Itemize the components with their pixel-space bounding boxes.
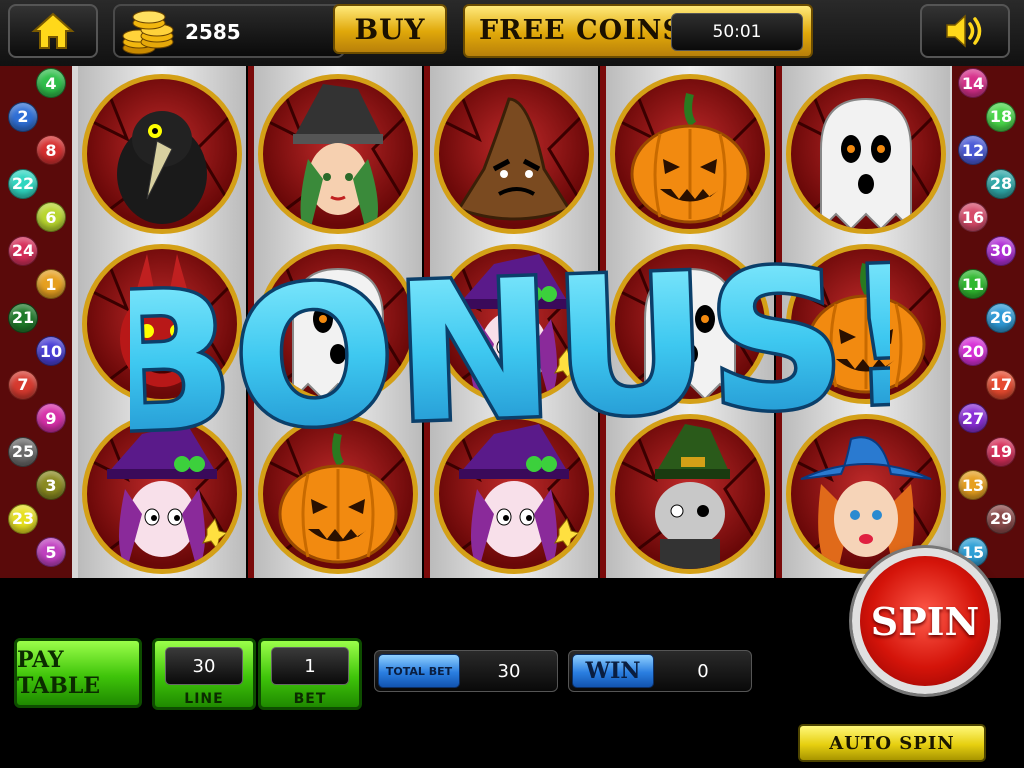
top-bar: 2585 BUY FREE COINS 50:01 [0, 0, 1024, 66]
bonus-banner: BONUS! [130, 226, 890, 466]
auto-spin-button[interactable]: AUTO SPIN [798, 724, 986, 762]
witch-symbol [258, 74, 418, 234]
payline-badge: 1 [36, 269, 66, 299]
coin-balance: 2585 [113, 4, 345, 58]
coin-count: 2585 [185, 20, 241, 44]
crow-symbol [82, 74, 242, 234]
payline-badge: 4 [36, 68, 66, 98]
payline-badge: 3 [36, 470, 66, 500]
payline-badge: 20 [958, 336, 988, 366]
pumpkin-symbol [610, 74, 770, 234]
payline-badge: 6 [36, 202, 66, 232]
payline-badge: 21 [8, 302, 38, 333]
payline-badge: 8 [36, 135, 66, 165]
win-display: WIN 0 [568, 650, 752, 692]
free-coins-button[interactable]: FREE COINS 50:01 [463, 4, 813, 58]
payline-badge: 2 [8, 101, 38, 132]
payline-badge: 30 [986, 235, 1016, 266]
payline-badge: 19 [986, 436, 1016, 467]
ghost-symbol [786, 74, 946, 234]
total-bet-label: TOTAL BET [378, 654, 460, 688]
payline-indicators-left: 4 2 8 22 6 24 1 21 10 7 9 25 3 23 5 [0, 66, 72, 578]
bet-label: BET [293, 691, 327, 707]
home-icon [31, 12, 75, 49]
win-label: WIN [572, 654, 654, 688]
bet-selector[interactable]: 1 BET [258, 638, 362, 710]
free-coins-label: FREE COINS [479, 15, 683, 46]
payline-badge: 17 [986, 369, 1016, 400]
payline-badge: 7 [8, 369, 38, 400]
payline-badge: 14 [958, 68, 988, 98]
spin-button[interactable]: SPIN [852, 548, 998, 694]
payline-badge: 13 [958, 470, 988, 500]
coin-stack-icon [122, 10, 174, 55]
payline-badge: 22 [8, 168, 38, 199]
payline-badge: 24 [8, 235, 38, 266]
payline-badge: 12 [958, 135, 988, 165]
total-bet-display: TOTAL BET 30 [374, 650, 558, 692]
payline-badge: 26 [986, 302, 1016, 333]
control-panel: PAY TABLE 30 LINE 1 BET TOTAL BET 30 WIN… [0, 548, 1024, 768]
payline-badge: 25 [8, 436, 38, 467]
payline-badge: 28 [986, 168, 1016, 199]
payline-badge: 10 [36, 336, 66, 366]
win-value: 0 [697, 660, 709, 682]
free-coins-timer: 50:01 [671, 13, 803, 51]
bonus-text: BONUS! [130, 226, 890, 466]
reel-area: 4 2 8 22 6 24 1 21 10 7 9 25 3 23 5 14 18 12 28 16 30 11 26 20… [0, 66, 1024, 578]
home-button[interactable] [8, 4, 98, 58]
payline-badge: 9 [36, 403, 66, 433]
payline-badge: 23 [8, 503, 38, 534]
payline-badge: 18 [986, 101, 1016, 132]
buy-button[interactable]: BUY [333, 4, 447, 54]
speaker-icon [946, 14, 982, 48]
sorting-hat-symbol [434, 74, 594, 234]
payline-badge: 29 [986, 503, 1016, 534]
payline-badge: 16 [958, 202, 988, 232]
payline-badge: 27 [958, 403, 988, 433]
bet-value: 1 [271, 647, 349, 685]
line-label: LINE [184, 691, 224, 707]
line-selector[interactable]: 30 LINE [152, 638, 256, 710]
total-bet-value: 30 [497, 660, 521, 682]
sound-button[interactable] [920, 4, 1010, 58]
payline-badge: 5 [36, 537, 66, 567]
line-value: 30 [165, 647, 243, 685]
payline-indicators-right: 14 18 12 28 16 30 11 26 20 17 27 19 13 29 15 [952, 66, 1024, 578]
pay-table-button[interactable]: PAY TABLE [14, 638, 142, 708]
payline-badge: 11 [958, 269, 988, 299]
